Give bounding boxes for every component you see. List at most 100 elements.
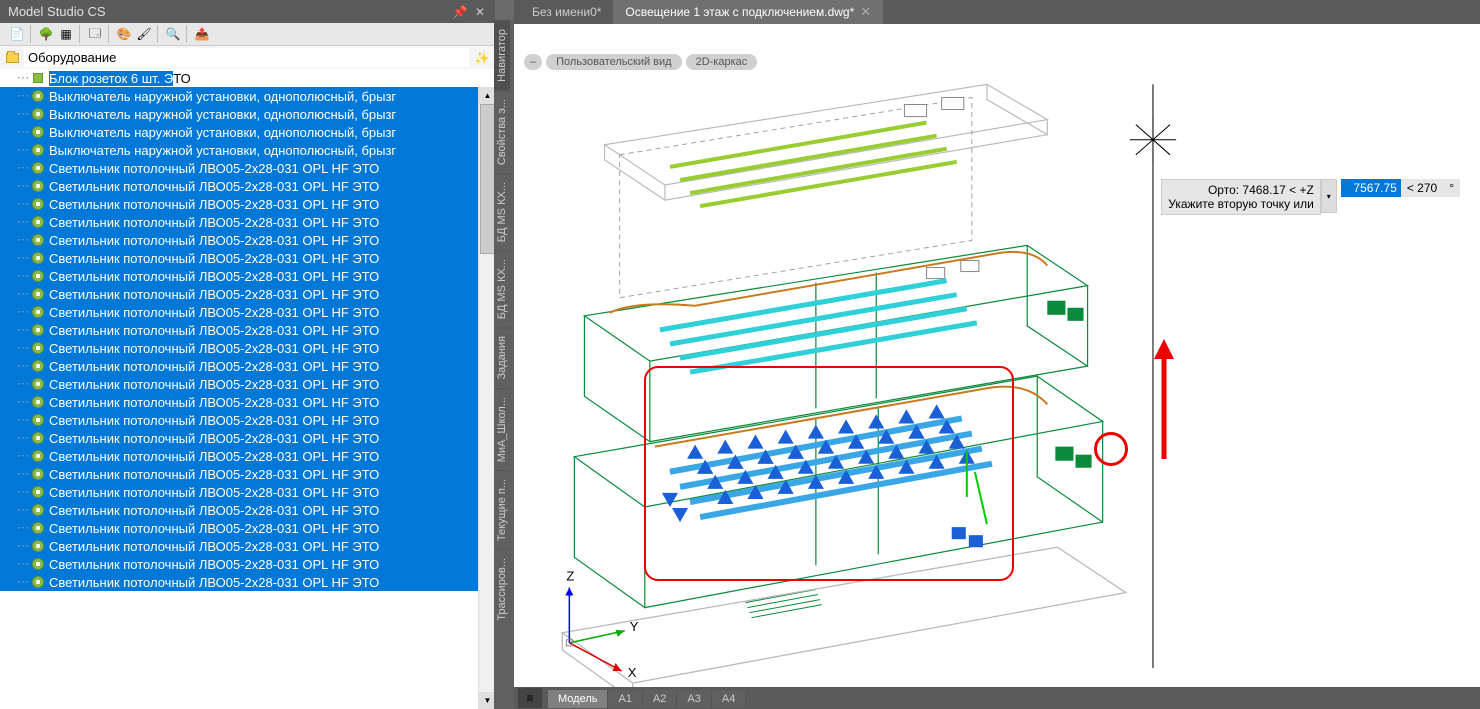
toolbar-tree-icon[interactable]: 🌳 [37, 25, 55, 43]
scroll-thumb[interactable] [480, 104, 495, 254]
tree-item[interactable]: ⋯Светильник потолочный ЛВО05-2х28-031 OP… [0, 177, 495, 195]
layout-tab[interactable]: A1 [608, 690, 642, 708]
close-tab-icon[interactable]: ✕ [860, 4, 871, 20]
coord-angle-text: < 270 [1401, 179, 1443, 197]
scroll-down-icon[interactable]: ▼ [479, 692, 495, 709]
gear-icon [30, 160, 46, 176]
tree-item-label: Выключатель наружной установки, однополю… [49, 143, 396, 158]
gear-icon [30, 124, 46, 140]
side-tab[interactable]: Свойства э... [494, 90, 510, 173]
panel-header: Model Studio CS 📌 ✕ [0, 0, 495, 23]
coord-value-input[interactable] [1341, 179, 1401, 197]
layout-tabs: ≡ МодельA1A2A3A4 [514, 687, 1480, 709]
tree-item[interactable]: ⋯Светильник потолочный ЛВО05-2х28-031 OP… [0, 573, 495, 591]
viewport[interactable]: – Пользовательский вид 2D-каркас [514, 24, 1480, 687]
vertical-scrollbar[interactable]: ▲ ▼ [478, 87, 495, 709]
gear-icon [30, 484, 46, 500]
tree-item[interactable]: ⋯Светильник потолочный ЛВО05-2х28-031 OP… [0, 393, 495, 411]
tree-item[interactable]: ⋯Светильник потолочный ЛВО05-2х28-031 OP… [0, 447, 495, 465]
side-tab[interactable]: БД MS КХ... [494, 173, 510, 250]
viewport-view-pill[interactable]: Пользовательский вид [546, 54, 681, 70]
viewport-minus-pill[interactable]: – [524, 54, 542, 70]
toolbar-color2-icon[interactable]: 🖌 [135, 25, 153, 43]
coord-dropdown-icon[interactable]: ▾ [1321, 179, 1337, 213]
tree-item[interactable]: ⋯Светильник потолочный ЛВО05-2х28-031 OP… [0, 465, 495, 483]
pin-icon[interactable]: 📌 [453, 5, 467, 19]
gear-icon [30, 196, 46, 212]
tree-item-label: Светильник потолочный ЛВО05-2х28-031 OPL… [49, 485, 379, 500]
tree-item[interactable]: ⋯Светильник потолочный ЛВО05-2х28-031 OP… [0, 213, 495, 231]
side-tab[interactable]: БД MS КХ... [494, 250, 510, 327]
tree-item[interactable]: ⋯Светильник потолочный ЛВО05-2х28-031 OP… [0, 321, 495, 339]
layout-tab[interactable]: Модель [548, 690, 608, 708]
gear-icon [30, 574, 46, 590]
tree-item-label: Светильник потолочный ЛВО05-2х28-031 OPL… [49, 287, 379, 302]
tree-item[interactable]: ⋯Светильник потолочный ЛВО05-2х28-031 OP… [0, 375, 495, 393]
coordinate-readout: Орто: 7468.17 < +Z Укажите вторую точку … [1161, 179, 1460, 215]
tree-item[interactable]: ⋯Светильник потолочный ЛВО05-2х28-031 OP… [0, 519, 495, 537]
tree-item[interactable]: ⋯Светильник потолочный ЛВО05-2х28-031 OP… [0, 303, 495, 321]
gear-icon [30, 430, 46, 446]
tree-item[interactable]: ⋯Светильник потолочный ЛВО05-2х28-031 OP… [0, 195, 495, 213]
tree-item[interactable]: ⋯Светильник потолочный ЛВО05-2х28-031 OP… [0, 411, 495, 429]
side-tab[interactable]: МиА_Школ... [494, 388, 510, 470]
side-tab[interactable]: Трассиров... [494, 549, 510, 629]
search-input[interactable] [24, 48, 469, 67]
wand-icon[interactable]: ✨ [473, 49, 491, 67]
toolbar-grid-icon[interactable]: ▦ [57, 25, 75, 43]
layout-tab[interactable]: A4 [712, 690, 746, 708]
side-tab[interactable]: Навигатор [494, 20, 510, 90]
layout-menu-icon[interactable]: ≡ [518, 688, 542, 708]
layout-tab[interactable]: A3 [677, 690, 711, 708]
gear-icon [30, 556, 46, 572]
tree-item[interactable]: ⋯Блок розеток 6 шт. ЭТО [0, 69, 495, 87]
tree-item[interactable]: ⋯Выключатель наружной установки, однопол… [0, 87, 495, 105]
toolbar-window-icon[interactable]: 🗔 [86, 25, 104, 43]
annotation-red-arrow [1144, 334, 1184, 464]
tree-item[interactable]: ⋯Светильник потолочный ЛВО05-2х28-031 OP… [0, 429, 495, 447]
close-panel-icon[interactable]: ✕ [473, 5, 487, 19]
toolbar-color1-icon[interactable]: 🎨 [115, 25, 133, 43]
coord-ortho-text: Орто: 7468.17 < +Z [1168, 183, 1314, 197]
block-icon [30, 70, 46, 86]
tree-area[interactable]: ⋯Блок розеток 6 шт. ЭТО⋯Выключатель нару… [0, 69, 495, 709]
tree-item[interactable]: ⋯Выключатель наружной установки, однопол… [0, 141, 495, 159]
tree-item[interactable]: ⋯Светильник потолочный ЛВО05-2х28-031 OP… [0, 249, 495, 267]
tree-item-label: Светильник потолочный ЛВО05-2х28-031 OPL… [49, 575, 379, 590]
tree-item[interactable]: ⋯Светильник потолочный ЛВО05-2х28-031 OP… [0, 501, 495, 519]
tree-item[interactable]: ⋯Светильник потолочный ЛВО05-2х28-031 OP… [0, 357, 495, 375]
document-tab[interactable]: Освещение 1 этаж с подключением.dwg*✕ [613, 0, 883, 24]
tree-item[interactable]: ⋯Светильник потолочный ЛВО05-2х28-031 OP… [0, 231, 495, 249]
side-tab[interactable]: Текущие п... [494, 470, 510, 549]
coord-prompt-text: Укажите вторую точку или [1168, 197, 1314, 211]
scroll-up-icon[interactable]: ▲ [479, 87, 495, 104]
gear-icon [30, 394, 46, 410]
tree-item[interactable]: ⋯Выключатель наружной установки, однопол… [0, 105, 495, 123]
tree-item-label: Светильник потолочный ЛВО05-2х28-031 OPL… [49, 305, 379, 320]
tree-item[interactable]: ⋯Светильник потолочный ЛВО05-2х28-031 OP… [0, 285, 495, 303]
viewport-style-pill[interactable]: 2D-каркас [686, 54, 758, 70]
toolbar-new-icon[interactable]: 📄 [8, 25, 26, 43]
layout-tab[interactable]: A2 [643, 690, 677, 708]
gear-icon [30, 286, 46, 302]
tree-item-label: Выключатель наружной установки, однополю… [49, 125, 396, 140]
document-tab[interactable]: Без имени0* [520, 1, 613, 23]
side-tab[interactable]: Задания [494, 327, 510, 387]
tree-item-label: Светильник потолочный ЛВО05-2х28-031 OPL… [49, 269, 379, 284]
gear-icon [30, 466, 46, 482]
svg-text:Y: Y [630, 619, 639, 634]
tree-item[interactable]: ⋯Светильник потолочный ЛВО05-2х28-031 OP… [0, 483, 495, 501]
toolbar-export-icon[interactable]: 📤 [193, 25, 211, 43]
toolbar-find-icon[interactable]: 🔍 [164, 25, 182, 43]
ucs-triad: Z Y X [565, 568, 638, 680]
tree-item[interactable]: ⋯Светильник потолочный ЛВО05-2х28-031 OP… [0, 537, 495, 555]
tree-item[interactable]: ⋯Светильник потолочный ЛВО05-2х28-031 OP… [0, 267, 495, 285]
gear-icon [30, 142, 46, 158]
tree-item[interactable]: ⋯Светильник потолочный ЛВО05-2х28-031 OP… [0, 159, 495, 177]
coord-degree-text: ° [1443, 179, 1460, 197]
document-tab-label: Без имени0* [532, 5, 601, 19]
tree-item[interactable]: ⋯Выключатель наружной установки, однопол… [0, 123, 495, 141]
tree-item[interactable]: ⋯Светильник потолочный ЛВО05-2х28-031 OP… [0, 339, 495, 357]
viewport-controls: – Пользовательский вид 2D-каркас [524, 54, 757, 70]
tree-item[interactable]: ⋯Светильник потолочный ЛВО05-2х28-031 OP… [0, 555, 495, 573]
